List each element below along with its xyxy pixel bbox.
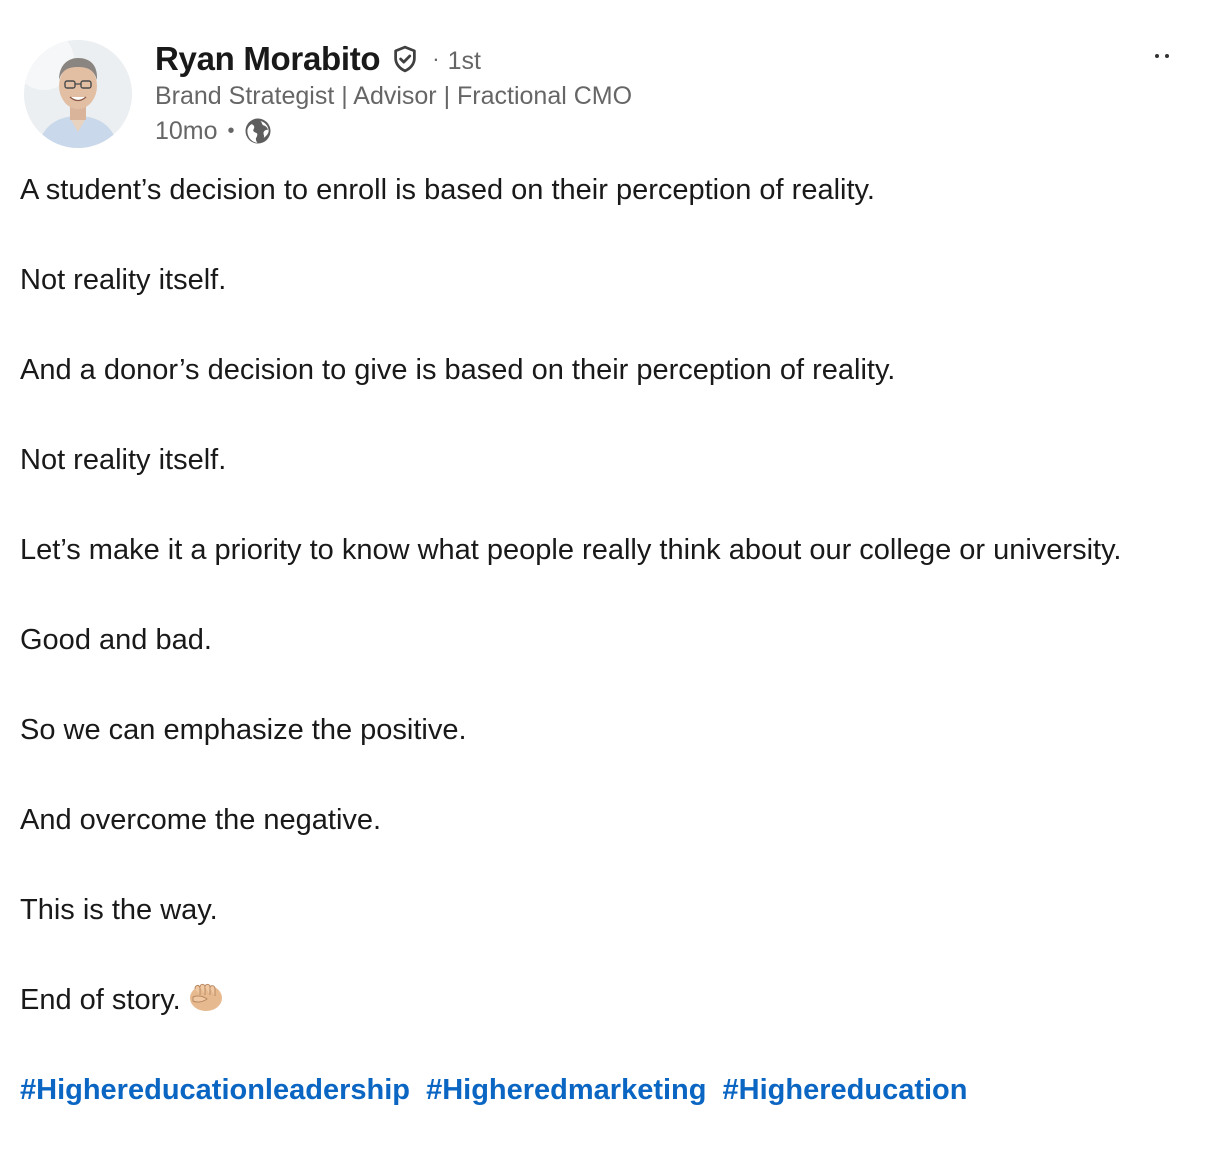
globe-icon [243, 116, 273, 146]
post-paragraph: Good and bad. [20, 624, 212, 656]
post-paragraph: Not reality itself. [20, 444, 227, 476]
author-name-row: Ryan Morabito · 1st [155, 40, 481, 78]
post-meta: 10mo • [155, 116, 273, 146]
degree-separator: · [432, 46, 440, 71]
post-paragraph: Not reality itself. [20, 264, 227, 296]
author-avatar[interactable] [24, 40, 132, 148]
more-dot [1155, 54, 1159, 58]
post-paragraph: Let’s make it a priority to know what pe… [20, 534, 1122, 566]
post-body: A student’s decision to enroll is based … [20, 168, 1160, 1113]
post-timestamp[interactable]: 10mo [155, 117, 218, 146]
verified-shield-icon [390, 44, 420, 74]
avatar-photo [24, 40, 132, 148]
author-name[interactable]: Ryan Morabito [155, 40, 381, 78]
hashtag-link[interactable]: #Highereducationleadership [20, 1074, 410, 1106]
more-options-icon[interactable] [1144, 44, 1180, 68]
post-paragraph-text: End of story. [20, 984, 181, 1016]
meta-separator: • [227, 119, 235, 142]
post-paragraph: And a donor’s decision to give is based … [20, 354, 896, 386]
fist-bump-icon [187, 981, 225, 1013]
post-paragraph: So we can emphasize the positive. [20, 714, 467, 746]
post-paragraph: This is the way. [20, 894, 218, 926]
author-headline: Brand Strategist | Advisor | Fractional … [155, 82, 633, 110]
more-dot [1165, 54, 1169, 58]
post-paragraph: And overcome the negative. [20, 804, 382, 836]
hashtag-list: #Highereducationleadership #Higheredmark… [20, 1068, 1160, 1113]
hashtag-link[interactable]: #Highereducation [723, 1074, 968, 1106]
hashtag-link[interactable]: #Higheredmarketing [426, 1074, 706, 1106]
post-paragraph: A student’s decision to enroll is based … [20, 174, 875, 206]
connection-degree: 1st [447, 46, 481, 75]
post-paragraph-last: End of story. [20, 978, 1160, 1023]
